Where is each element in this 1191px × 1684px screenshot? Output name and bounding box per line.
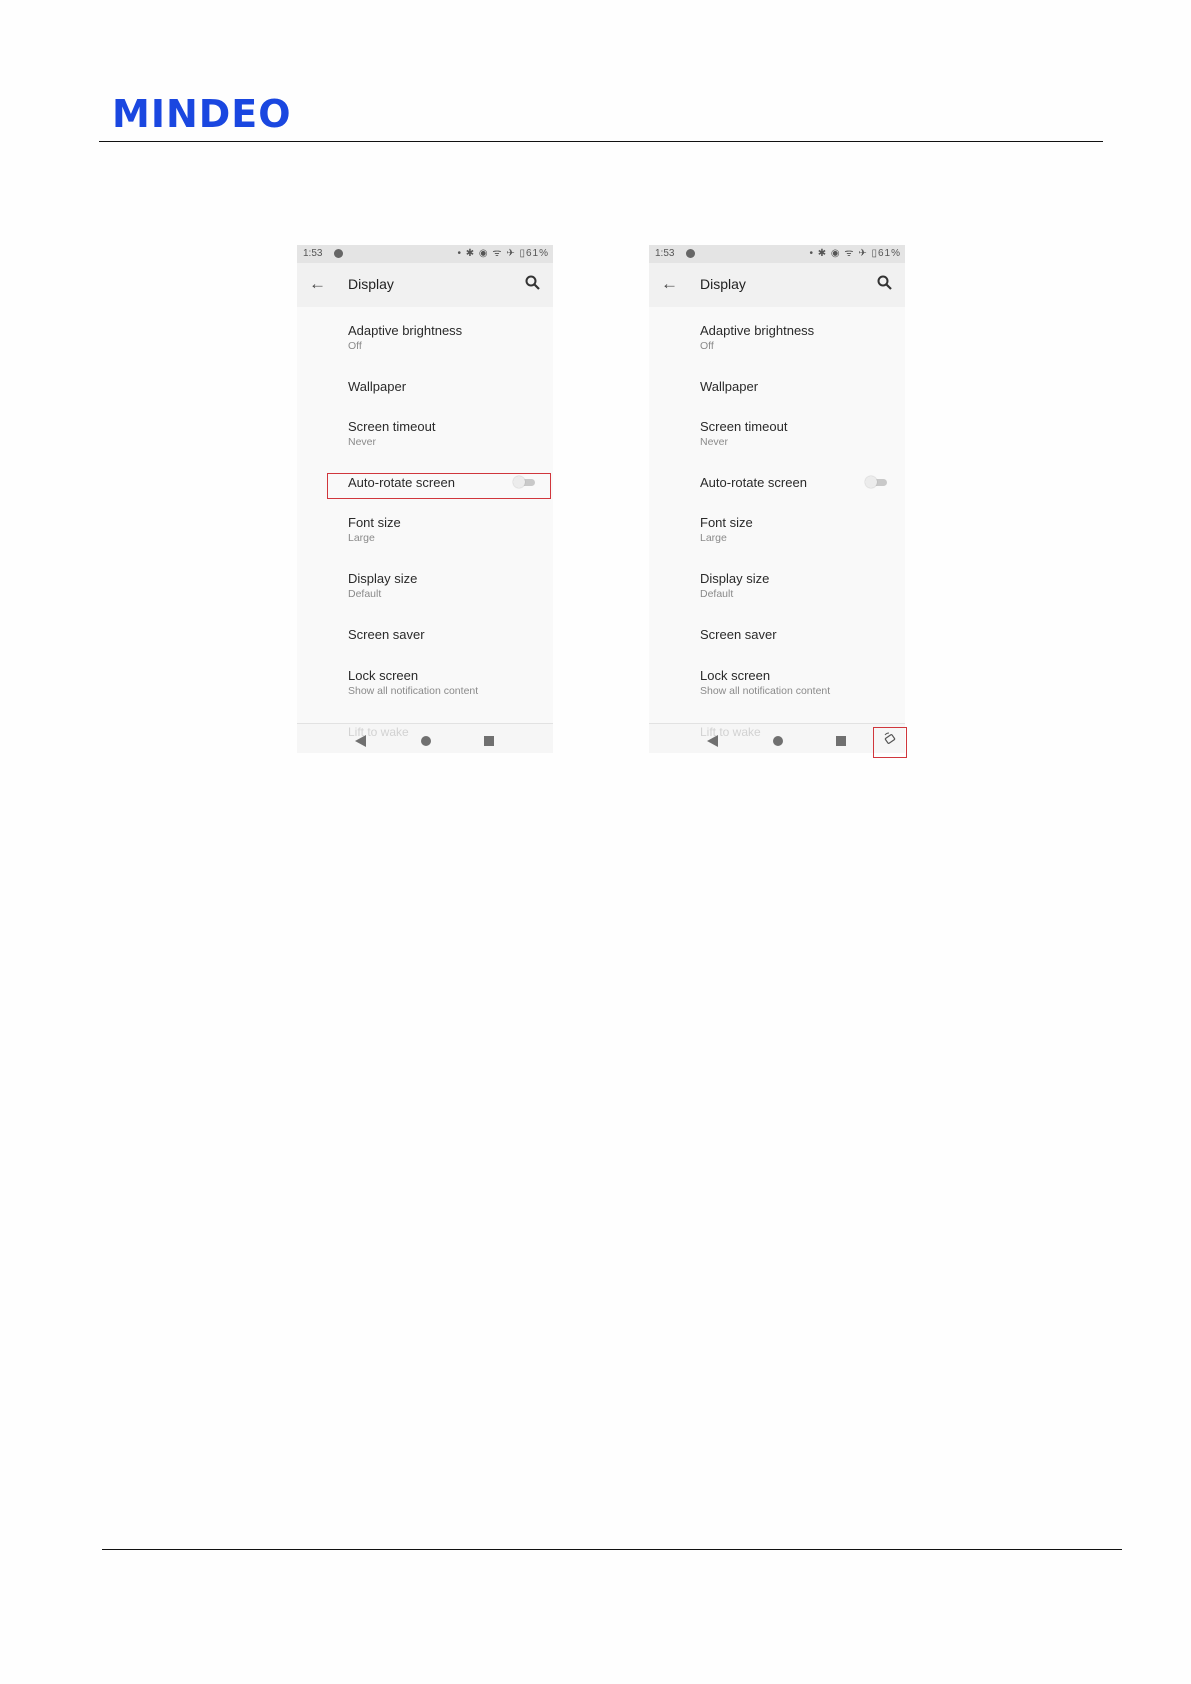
search-icon[interactable] <box>523 273 543 293</box>
back-arrow-icon[interactable]: ← <box>661 274 678 294</box>
status-icons: • ✱ ◉ ᯤ ✈ ▯61% <box>457 248 549 259</box>
app-bar: ← Display <box>649 263 905 307</box>
setting-screen-timeout[interactable]: Screen timeout Never <box>348 419 543 450</box>
nav-back-icon[interactable] <box>355 735 366 747</box>
setting-summary: Show all notification content <box>348 685 479 697</box>
setting-screen-saver[interactable]: Screen saver <box>700 627 895 643</box>
setting-summary: Large <box>348 532 375 544</box>
setting-label: Screen timeout <box>348 419 436 434</box>
page-title: Display <box>348 276 394 292</box>
status-icons: • ✱ ◉ ᯤ ✈ ▯61% <box>809 248 901 259</box>
status-bar: 1:53 • ✱ ◉ ᯤ ✈ ▯61% <box>297 245 553 263</box>
navigation-bar: Lift to wake <box>297 723 553 753</box>
setting-lock-screen[interactable]: Lock screen Show all notification conten… <box>700 668 895 699</box>
nav-back-icon[interactable] <box>707 735 718 747</box>
auto-rotate-highlight-box <box>327 473 551 499</box>
page-title: Display <box>700 276 746 292</box>
app-bar: ← Display <box>297 263 553 307</box>
phone-screenshot-right: 1:53 • ✱ ◉ ᯤ ✈ ▯61% ← Display Adaptive b… <box>649 245 905 753</box>
status-time: 1:53 <box>303 248 323 259</box>
setting-summary: Default <box>700 588 734 600</box>
setting-wallpaper[interactable]: Wallpaper <box>348 379 543 395</box>
setting-summary: Default <box>348 588 382 600</box>
setting-label: Wallpaper <box>348 379 407 394</box>
status-bar: 1:53 • ✱ ◉ ᯤ ✈ ▯61% <box>649 245 905 263</box>
toggle-thumb <box>865 476 877 488</box>
setting-lock-screen[interactable]: Lock screen Show all notification conten… <box>348 668 543 699</box>
setting-summary: Never <box>700 436 729 448</box>
setting-label: Lock screen <box>700 668 771 683</box>
setting-label: Screen saver <box>700 627 777 642</box>
search-icon[interactable] <box>875 273 895 293</box>
setting-adaptive-brightness[interactable]: Adaptive brightness Off <box>700 323 895 354</box>
mindeo-logo: MINDEO <box>112 92 292 136</box>
status-time: 1:53 <box>655 248 675 259</box>
setting-screen-timeout[interactable]: Screen timeout Never <box>700 419 895 450</box>
phone-screenshot-left: 1:53 • ✱ ◉ ᯤ ✈ ▯61% ← Display Adaptive b… <box>297 245 553 753</box>
setting-label: Adaptive brightness <box>700 323 815 338</box>
setting-screen-saver[interactable]: Screen saver <box>348 627 543 643</box>
setting-wallpaper[interactable]: Wallpaper <box>700 379 895 395</box>
nav-recents-icon[interactable] <box>836 736 846 746</box>
setting-summary: Large <box>700 532 727 544</box>
setting-label: Screen saver <box>348 627 425 642</box>
nav-home-icon[interactable] <box>773 736 783 746</box>
setting-font-size[interactable]: Font size Large <box>700 515 895 546</box>
notification-icon <box>334 249 343 258</box>
setting-summary: Off <box>700 340 714 352</box>
auto-rotate-toggle[interactable] <box>865 476 887 488</box>
setting-label: Adaptive brightness <box>348 323 463 338</box>
setting-summary: Show all notification content <box>700 685 831 697</box>
navigation-bar: Lift to wake <box>649 723 905 753</box>
back-arrow-icon[interactable]: ← <box>309 274 326 294</box>
nav-home-icon[interactable] <box>421 736 431 746</box>
rotate-button-highlight-box <box>873 727 907 758</box>
setting-font-size[interactable]: Font size Large <box>348 515 543 546</box>
footer-rule <box>102 1549 1122 1550</box>
nav-recents-icon[interactable] <box>484 736 494 746</box>
setting-label: Display size <box>700 571 770 586</box>
setting-summary: Off <box>348 340 362 352</box>
notification-icon <box>686 249 695 258</box>
setting-label: Screen timeout <box>700 419 788 434</box>
setting-display-size[interactable]: Display size Default <box>348 571 543 602</box>
setting-label: Wallpaper <box>700 379 759 394</box>
setting-label: Font size <box>700 515 753 530</box>
setting-summary: Never <box>348 436 377 448</box>
setting-label: Lock screen <box>348 668 419 683</box>
setting-adaptive-brightness[interactable]: Adaptive brightness Off <box>348 323 543 354</box>
setting-display-size[interactable]: Display size Default <box>700 571 895 602</box>
setting-label: Display size <box>348 571 418 586</box>
header-rule <box>99 141 1103 142</box>
setting-label: Font size <box>348 515 401 530</box>
